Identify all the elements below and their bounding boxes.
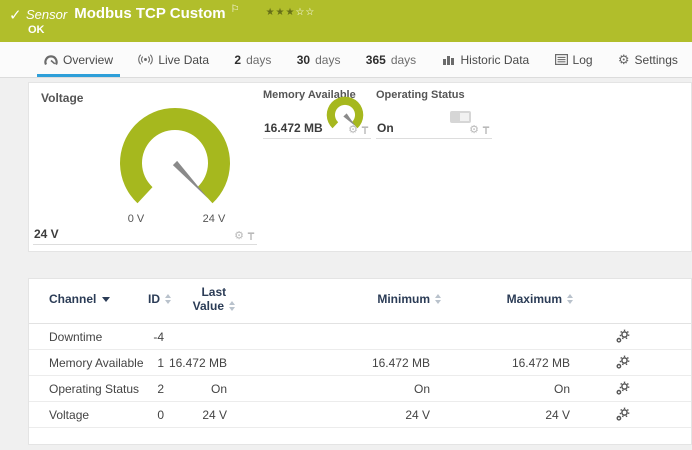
sensor-header: ✓ Sensor Modbus TCP Custom ⚐ ★★★☆☆ OK xyxy=(0,0,692,42)
table-row[interactable]: Memory Available 1 16.472 MB 16.472 MB 1… xyxy=(29,350,691,376)
stars-filled[interactable]: ★★★ xyxy=(266,7,296,18)
edit-channel-icon[interactable] xyxy=(615,324,630,349)
sensor-overview-page: ✓ Sensor Modbus TCP Custom ⚐ ★★★☆☆ OK Ov… xyxy=(0,0,692,450)
channel-id: 1 xyxy=(157,350,164,375)
sort-icon xyxy=(435,294,441,304)
tab-settings[interactable]: ⚙ Settings xyxy=(618,42,678,77)
voltage-value: 24 V xyxy=(34,227,59,241)
voltage-widget-title: Voltage xyxy=(41,91,83,105)
table-row[interactable]: Voltage 0 24 V 24 V 24 V xyxy=(29,402,691,428)
tab-2-days-label: days xyxy=(246,53,271,67)
channel-minimum: 24 V xyxy=(405,402,430,427)
tab-30-days-label: days xyxy=(315,53,340,67)
memory-gauge-widget: Memory Available 16.472 MB ⚙ xyxy=(263,87,371,139)
sensor-title: Modbus TCP Custom xyxy=(74,4,225,22)
table-row[interactable]: Downtime -4 xyxy=(29,324,691,350)
tab-overview[interactable]: Overview xyxy=(44,42,113,77)
channel-id: 2 xyxy=(157,376,164,401)
tab-365-days[interactable]: 365 days xyxy=(366,42,416,77)
tab-2-days[interactable]: 2 days xyxy=(234,42,271,77)
gauge-max-label: 24 V xyxy=(203,213,226,225)
tab-historic-data[interactable]: Historic Data xyxy=(442,42,530,77)
tab-log-label: Log xyxy=(573,53,593,67)
column-header-minimum[interactable]: Minimum xyxy=(377,292,441,306)
voltage-gauge-widget: Voltage 0 V 24 V 24 V ⚙ xyxy=(29,83,259,245)
operating-status-widget: Operating Status On ⚙ xyxy=(376,87,492,139)
column-header-last-value[interactable]: Last Value xyxy=(193,285,235,313)
channel-last-value: 24 V xyxy=(202,402,227,427)
tab-log[interactable]: Log xyxy=(555,42,593,77)
table-row[interactable]: Operating Status 2 On On On xyxy=(29,376,691,402)
tab-live-data-label: Live Data xyxy=(158,53,209,67)
gauges-card: Voltage 0 V 24 V 24 V ⚙ Memory Available xyxy=(28,82,692,252)
column-header-channel[interactable]: Channel xyxy=(49,292,110,306)
channels-table-card: Channel ID Last Value Minimum Maximum Do… xyxy=(28,278,692,445)
memory-value: 16.472 MB xyxy=(264,121,323,135)
tab-settings-label: Settings xyxy=(635,53,678,67)
sort-desc-icon xyxy=(102,297,110,302)
gauge-min-label: 0 V xyxy=(128,213,145,225)
stars-empty[interactable]: ☆☆ xyxy=(295,7,315,18)
widget-gear-icon[interactable]: ⚙ xyxy=(348,125,358,136)
sort-icon xyxy=(165,294,171,304)
channel-minimum: On xyxy=(414,376,430,401)
widget-gear-icon[interactable]: ⚙ xyxy=(469,125,479,136)
edit-channel-icon[interactable] xyxy=(615,350,630,375)
voltage-gauge: 0 V 24 V xyxy=(95,91,255,229)
settings-gear-icon: ⚙ xyxy=(618,53,630,66)
status-badge: OK xyxy=(28,24,45,36)
sort-icon xyxy=(229,301,235,311)
memory-widget-footer: 16.472 MB ⚙ xyxy=(263,121,371,139)
tab-live-data[interactable]: Live Data xyxy=(138,42,209,77)
operating-value: On xyxy=(377,121,394,135)
tab-2-days-number: 2 xyxy=(234,53,241,67)
channel-id: -4 xyxy=(153,324,164,349)
channel-name[interactable]: Downtime xyxy=(49,324,102,349)
column-header-maximum[interactable]: Maximum xyxy=(507,292,573,306)
widget-pin-icon[interactable] xyxy=(361,126,369,135)
channel-maximum: 16.472 MB xyxy=(512,350,570,375)
channel-last-value: 16.472 MB xyxy=(169,350,227,375)
sort-icon xyxy=(567,294,573,304)
tab-30-days-number: 30 xyxy=(297,53,310,67)
live-signal-icon xyxy=(138,54,153,65)
channel-minimum: 16.472 MB xyxy=(372,350,430,375)
gauge-needle xyxy=(173,161,208,198)
gauge-icon xyxy=(44,54,58,66)
tab-historic-data-label: Historic Data xyxy=(461,53,530,67)
operating-widget-title: Operating Status xyxy=(376,89,465,101)
widget-pin-icon[interactable] xyxy=(482,126,490,135)
flag-icon[interactable]: ⚐ xyxy=(231,4,240,15)
tab-365-days-number: 365 xyxy=(366,53,386,67)
log-list-icon xyxy=(555,54,568,65)
channel-last-value: On xyxy=(211,376,227,401)
channel-name[interactable]: Operating Status xyxy=(49,376,139,401)
tab-overview-label: Overview xyxy=(63,53,113,67)
operating-widget-footer: On ⚙ xyxy=(376,121,492,139)
edit-channel-icon[interactable] xyxy=(615,376,630,401)
widget-gear-icon[interactable]: ⚙ xyxy=(234,231,244,242)
edit-channel-icon[interactable] xyxy=(615,402,630,427)
channel-name[interactable]: Voltage xyxy=(49,402,89,427)
priority-stars[interactable]: ★★★☆☆ xyxy=(266,4,316,18)
tab-365-days-label: days xyxy=(391,53,416,67)
channel-name[interactable]: Memory Available xyxy=(49,350,144,375)
channel-maximum: 24 V xyxy=(545,402,570,427)
tab-bar: Overview Live Data 2 days 30 days 365 da… xyxy=(0,42,692,78)
column-header-id[interactable]: ID xyxy=(148,292,171,306)
tab-30-days[interactable]: 30 days xyxy=(297,42,341,77)
widget-pin-icon[interactable] xyxy=(247,232,255,241)
channel-maximum: On xyxy=(554,376,570,401)
voltage-widget-footer: 24 V ⚙ xyxy=(33,227,257,245)
bar-chart-icon xyxy=(442,54,456,65)
channel-id: 0 xyxy=(157,402,164,427)
object-kind-label: Sensor xyxy=(26,4,67,22)
ok-check-icon: ✓ xyxy=(9,6,22,24)
table-header-row: Channel ID Last Value Minimum Maximum xyxy=(29,279,691,324)
